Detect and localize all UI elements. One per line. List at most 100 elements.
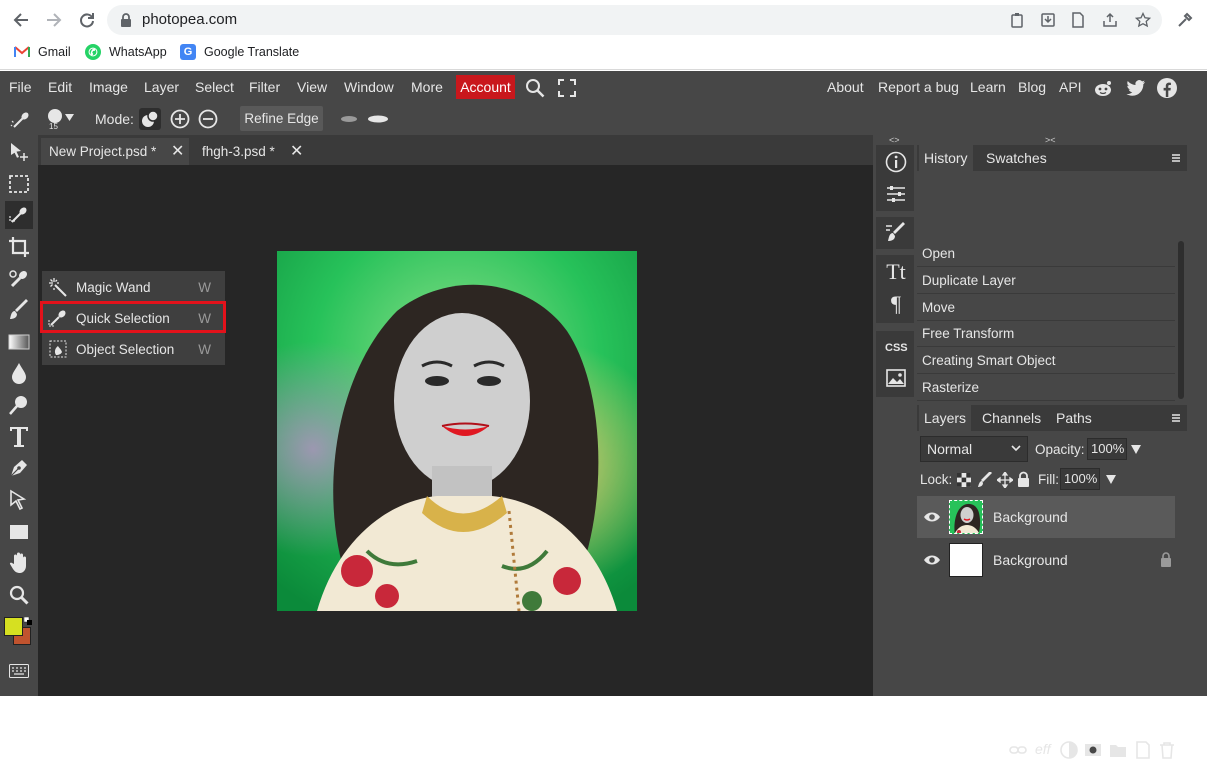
history-item[interactable]: Creating Smart Object [917, 348, 1175, 374]
character-icon[interactable]: Tt [885, 261, 907, 283]
reload-icon[interactable] [75, 8, 99, 32]
account-button[interactable]: Account [456, 75, 515, 99]
panel-menu-icon[interactable] [1168, 410, 1184, 426]
menu-blog[interactable]: Blog [1018, 79, 1046, 95]
back-arrow-icon[interactable] [9, 8, 33, 32]
type-tool[interactable] [5, 423, 33, 451]
menu-filter[interactable]: Filter [249, 79, 280, 95]
flyout-item-magic-wand[interactable]: Magic Wand W [42, 272, 225, 303]
menu-file[interactable]: File [9, 79, 32, 95]
tab-history[interactable]: History [919, 145, 973, 171]
new-selection-mode-icon[interactable] [139, 108, 161, 130]
flyout-item-object-selection[interactable]: Object Selection W [42, 334, 225, 365]
crop-tool[interactable] [5, 233, 33, 261]
tab-channels[interactable]: Channels [977, 405, 1046, 431]
css-icon[interactable]: CSS [885, 337, 908, 359]
history-item[interactable]: Duplicate Layer [917, 268, 1175, 294]
lock-all-icon[interactable] [1017, 471, 1030, 487]
close-icon[interactable]: ✕ [290, 138, 303, 165]
page-icon[interactable] [1070, 12, 1086, 28]
gradient-tool[interactable] [5, 328, 33, 356]
info-icon[interactable] [885, 151, 907, 173]
history-scrollbar[interactable] [1178, 241, 1184, 399]
quick-selection-tool-icon[interactable] [10, 109, 32, 131]
refine-edge-button[interactable]: Refine Edge [240, 106, 323, 131]
fill-dropdown-icon[interactable] [1106, 475, 1116, 484]
hand-tool[interactable] [5, 549, 33, 577]
blend-mode-select[interactable]: Normal [920, 436, 1028, 462]
opacity-field[interactable]: 100% [1087, 438, 1127, 460]
image-icon[interactable] [885, 367, 907, 389]
tab-layers[interactable]: Layers [919, 405, 972, 431]
link-layers-icon[interactable] [1009, 741, 1027, 759]
swap-colors-icon[interactable] [24, 617, 33, 626]
menu-about[interactable]: About [827, 79, 864, 95]
clipboard-icon[interactable] [1009, 12, 1025, 28]
menu-view[interactable]: View [297, 79, 327, 95]
quick-selection-tool[interactable] [5, 201, 33, 229]
eyedropper-extension-icon[interactable] [1176, 11, 1194, 29]
new-layer-icon[interactable] [1134, 741, 1152, 759]
expand-arrows-icon[interactable]: >< [1045, 135, 1056, 145]
history-item[interactable]: Free Transform [917, 321, 1175, 347]
eye-visibility-icon[interactable] [923, 509, 941, 525]
layer-row-background-photo[interactable]: Background [917, 496, 1175, 538]
keyboard-icon[interactable] [9, 664, 29, 678]
lock-position-icon[interactable] [997, 472, 1013, 488]
history-item[interactable]: Open [917, 241, 1175, 267]
foreground-color-swatch[interactable] [4, 617, 23, 636]
panel-menu-icon[interactable] [1168, 150, 1184, 166]
reddit-icon[interactable] [1092, 77, 1114, 99]
menu-api[interactable]: API [1059, 79, 1082, 95]
search-icon[interactable] [525, 78, 545, 98]
menu-layer[interactable]: Layer [144, 79, 179, 95]
pen-tool[interactable] [5, 454, 33, 482]
dodge-tool[interactable] [5, 391, 33, 419]
path-selection-tool[interactable] [5, 486, 33, 514]
share-icon[interactable] [1102, 12, 1118, 28]
lock-pixels-icon[interactable] [977, 472, 993, 488]
lock-transparency-icon[interactable] [957, 473, 971, 487]
healing-brush-tool[interactable] [5, 265, 33, 293]
history-item[interactable]: Move [917, 295, 1175, 321]
move-tool[interactable] [5, 138, 33, 166]
new-group-folder-icon[interactable] [1109, 741, 1127, 759]
address-bar[interactable]: photopea.com [107, 5, 1162, 35]
rectangle-tool[interactable] [5, 518, 33, 546]
zoom-tool[interactable] [5, 581, 33, 609]
document-tab-fhgh-3[interactable]: fhgh-3.psd * ✕ [194, 138, 314, 165]
bookmark-star-icon[interactable] [1135, 12, 1151, 28]
adjustment-layer-icon[interactable] [1060, 741, 1078, 759]
subtract-from-selection-icon[interactable] [198, 109, 218, 129]
tab-swatches[interactable]: Swatches [981, 145, 1052, 171]
close-icon[interactable]: ✕ [171, 138, 184, 165]
adjustments-icon[interactable] [885, 183, 907, 205]
collapse-arrows-icon[interactable]: <> [889, 135, 900, 145]
layer-mask-icon[interactable] [1084, 741, 1102, 759]
delete-layer-trash-icon[interactable] [1158, 741, 1176, 759]
menu-window[interactable]: Window [344, 79, 394, 95]
brush-hardness-icon[interactable] [339, 113, 389, 125]
layer-effects-icon[interactable]: eff [1035, 741, 1051, 757]
brush-tool[interactable] [5, 296, 33, 324]
facebook-icon[interactable] [1156, 77, 1178, 99]
marquee-tool[interactable] [5, 170, 33, 198]
fill-field[interactable]: 100% [1060, 468, 1100, 490]
opacity-dropdown-icon[interactable] [1131, 445, 1141, 454]
menu-learn[interactable]: Learn [970, 79, 1006, 95]
fullscreen-icon[interactable] [558, 79, 576, 97]
menu-more[interactable]: More [411, 79, 443, 95]
layer-row-background[interactable]: Background [917, 539, 1175, 581]
document-tab-new-project[interactable]: New Project.psd * ✕ [41, 138, 189, 165]
canvas-image[interactable] [277, 251, 637, 611]
tab-paths[interactable]: Paths [1051, 405, 1097, 431]
brush-size-picker[interactable]: 15 [47, 108, 74, 131]
forward-arrow-icon[interactable] [42, 8, 66, 32]
menu-edit[interactable]: Edit [48, 79, 72, 95]
bookmark-whatsapp[interactable]: ✆ WhatsApp [85, 44, 167, 60]
twitter-icon[interactable] [1125, 77, 1147, 99]
menu-report-a-bug[interactable]: Report a bug [878, 79, 959, 95]
brush-settings-icon[interactable] [885, 222, 907, 244]
install-app-icon[interactable] [1040, 12, 1056, 28]
eye-visibility-icon[interactable] [923, 552, 941, 568]
